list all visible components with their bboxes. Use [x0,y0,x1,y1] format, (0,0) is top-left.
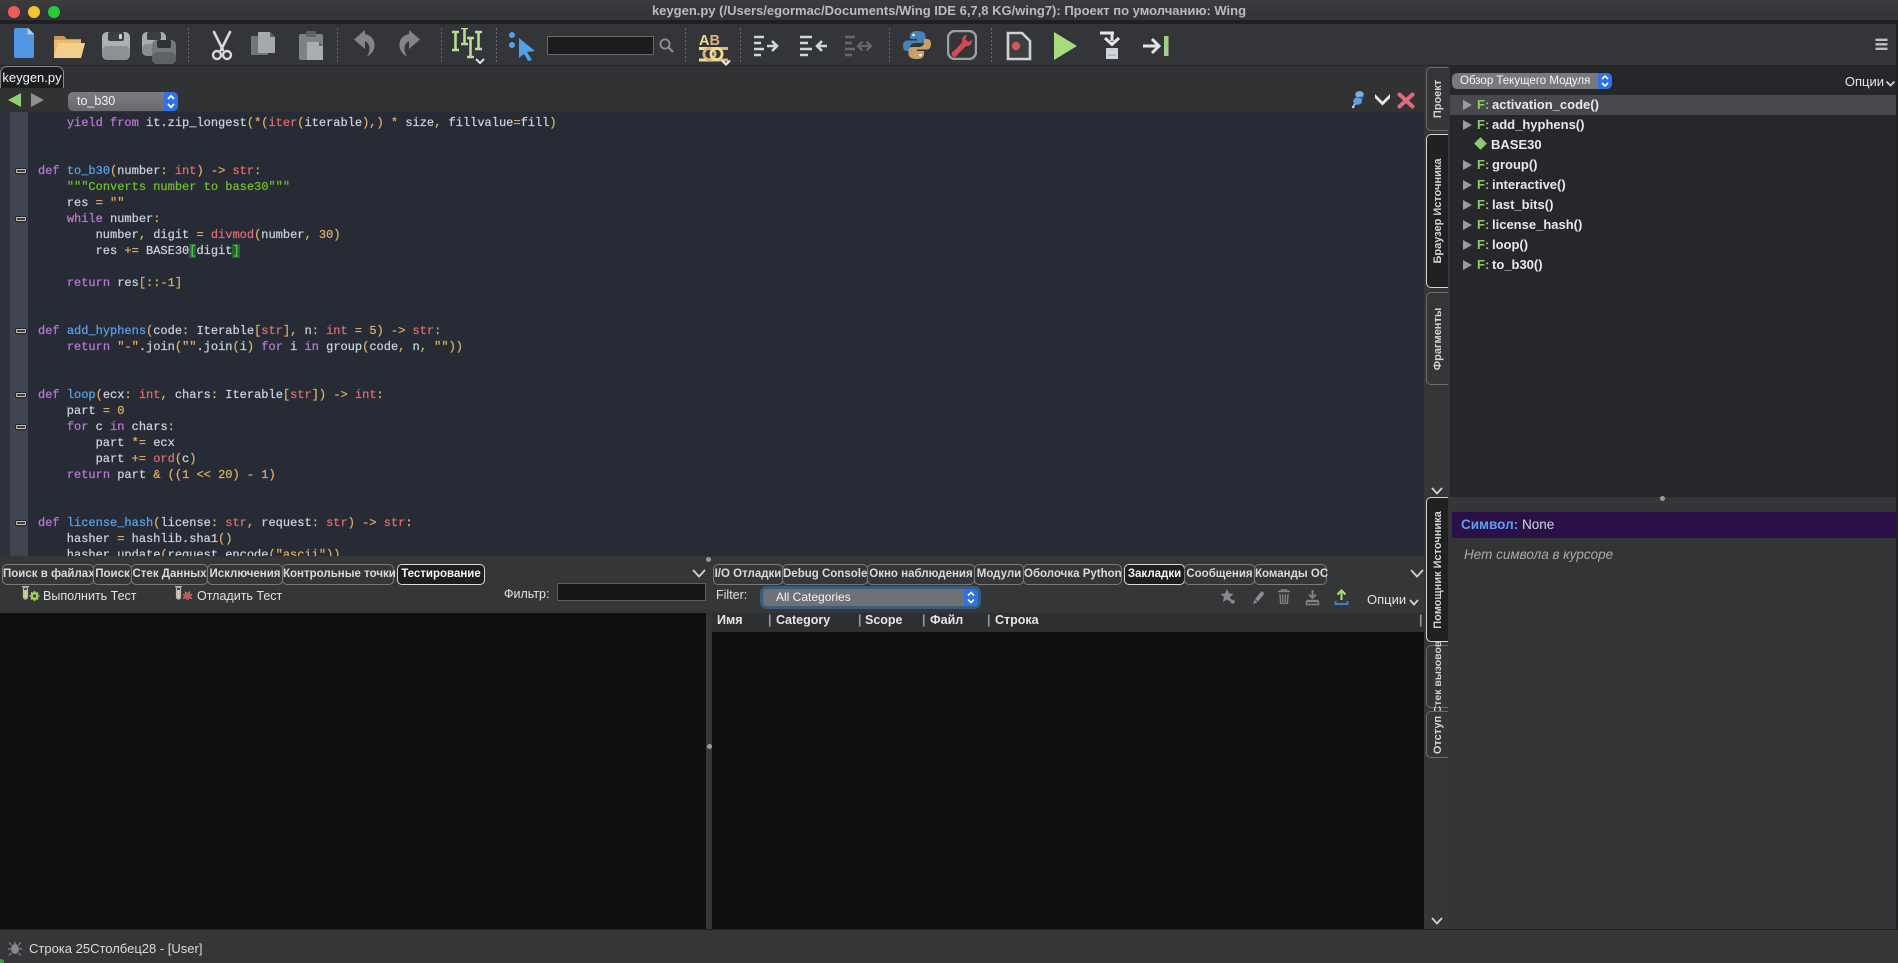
svg-text:AB: AB [699,33,720,49]
